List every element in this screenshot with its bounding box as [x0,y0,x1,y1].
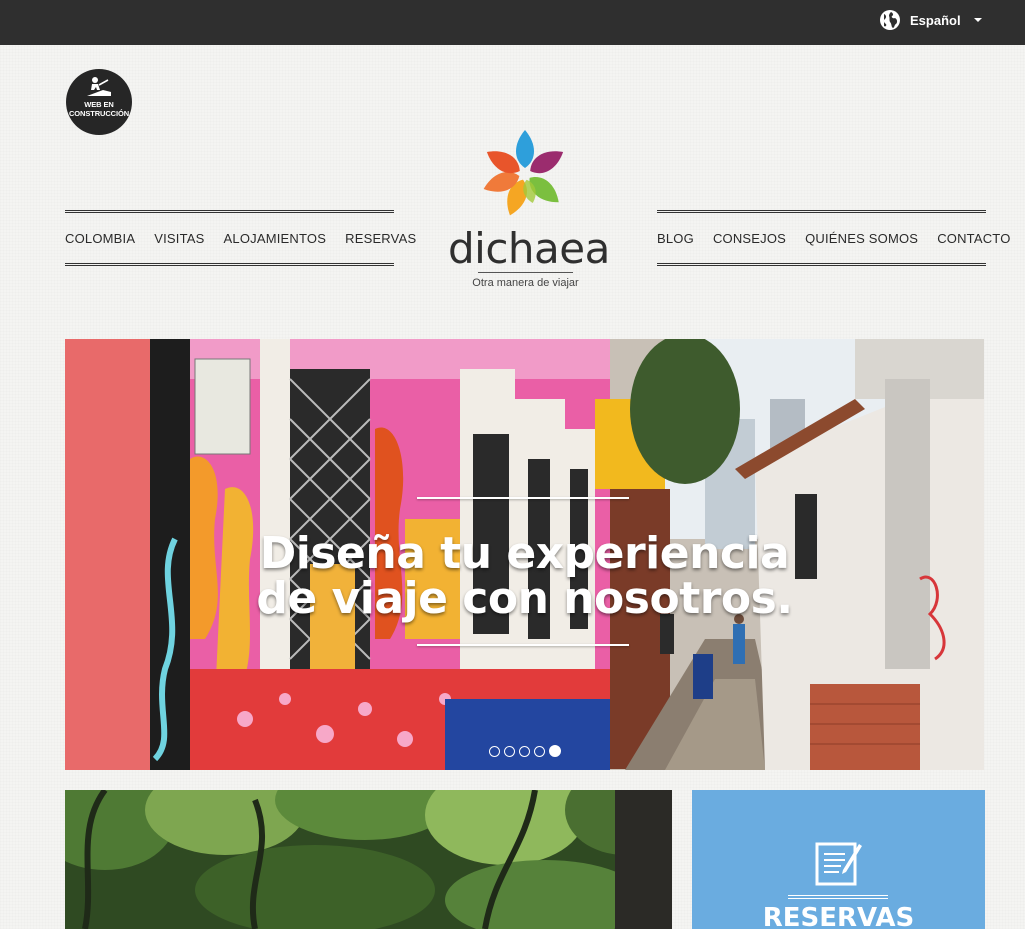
main-nav-right: BLOG CONSEJOS QUIÉNES SOMOS CONTACTO [657,210,1010,266]
hero-title-line-2: de viaje con nosotros. [256,573,793,624]
reservas-rule [788,895,888,901]
nav-item-consejos[interactable]: CONSEJOS [713,231,786,246]
nav-item-visitas[interactable]: VISITAS [154,231,204,246]
nav-item-quienes-somos[interactable]: QUIÉNES SOMOS [805,231,918,246]
forest-image-card[interactable] [65,790,672,929]
slider-dot-5[interactable] [549,745,561,757]
flower-logo-icon [483,130,564,216]
nav-item-contacto[interactable]: CONTACTO [937,231,1010,246]
main-nav-left: COLOMBIA VISITAS ALOJAMIENTOS RESERVAS [65,210,416,266]
logo-tagline: Otra manera de viajar [472,277,579,289]
construction-badge: WEB EN CONSTRUCCIÓN [66,69,132,135]
edit-document-icon [815,842,862,886]
worker-digging-icon [87,77,111,96]
slider-pagination [489,745,561,757]
hero-title: Diseña tu experiencia de viaje con nosot… [65,531,984,621]
language-selector[interactable]: Español [879,9,982,31]
slider-dot-2[interactable] [504,746,515,757]
language-label: Español [910,12,961,28]
logo-divider [478,272,573,273]
nav-item-alojamientos[interactable]: ALOJAMIENTOS [224,231,327,246]
globe-icon [880,10,900,30]
nav-item-colombia[interactable]: COLOMBIA [65,231,135,246]
top-bar: Español [0,0,1025,45]
reservas-label: RESERVAS [762,903,915,929]
forest-image [65,790,672,929]
slider-dot-4[interactable] [534,746,545,757]
slider-dot-1[interactable] [489,746,500,757]
caret-down-icon [973,18,982,22]
logo-wordmark: dichaea [448,224,610,273]
construction-text: WEB EN CONSTRUCCIÓN [68,100,130,118]
hero-rule-top [417,497,629,499]
reservas-card[interactable]: RESERVAS [692,790,985,929]
slider-dot-3[interactable] [519,746,530,757]
hero-rule-bottom [417,644,629,646]
nav-item-reservas[interactable]: RESERVAS [345,231,416,246]
site-logo[interactable]: dichaea Otra manera de viajar [448,122,610,292]
hero-title-line-1: Diseña tu experiencia [259,528,790,579]
nav-item-blog[interactable]: BLOG [657,231,694,246]
hero-slider[interactable]: Diseña tu experiencia de viaje con nosot… [65,339,984,770]
